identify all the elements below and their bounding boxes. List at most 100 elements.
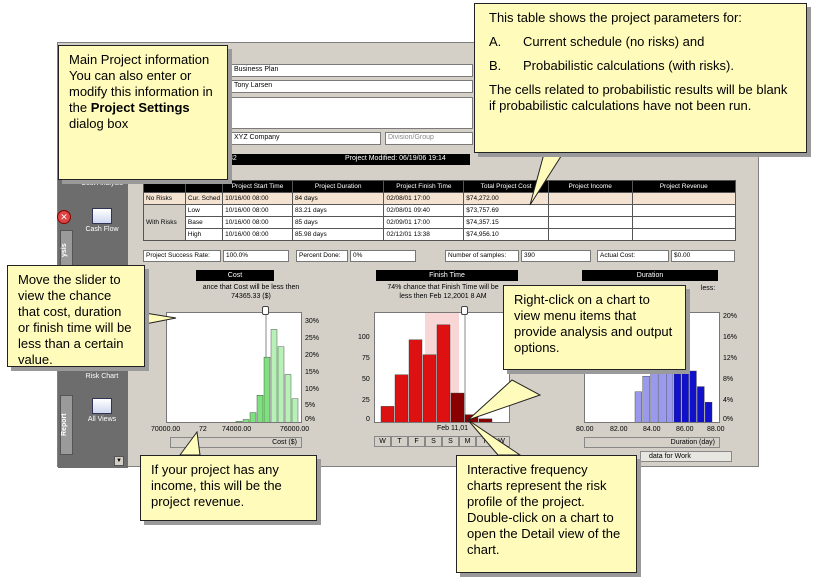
project-notes-field[interactable]	[231, 97, 473, 129]
cost-cell: $74,956.10	[463, 228, 549, 241]
header-cell: Project Income	[547, 180, 633, 193]
finish-chart-title: Finish Time	[376, 270, 518, 281]
cost-cell: $74,357.15	[463, 216, 549, 229]
cost-chart-plot[interactable]	[166, 312, 302, 423]
cost-chart-caption: ance that Cost will be less then 74365.3…	[196, 283, 306, 301]
cost-cell: $73,757.69	[463, 204, 549, 217]
scroll-down-icon[interactable]: ▼	[114, 456, 124, 466]
cost-ytick: 30%	[305, 318, 320, 325]
histogram-bar	[436, 324, 451, 422]
day-label: S	[425, 436, 442, 447]
duration-axis-label: Duration (day)	[584, 437, 720, 448]
histogram-bar	[284, 374, 292, 422]
nav-all-views[interactable]: All Views	[76, 398, 128, 423]
histogram-bar	[689, 370, 697, 422]
duration-ytick: 0%	[723, 416, 734, 423]
histogram-bar	[650, 365, 658, 422]
histogram-bar	[249, 412, 257, 422]
division-field[interactable]: Division/Group	[385, 132, 473, 145]
income-cell	[547, 216, 633, 229]
day-label: S	[442, 436, 459, 447]
right-click-callout: Right-click on a chart to view menu item…	[503, 285, 686, 370]
duration-xtick: 88.00	[707, 426, 725, 433]
income-cell[interactable]	[547, 192, 633, 205]
finish-day-axis: W T F S S M T W	[374, 436, 510, 448]
finish-ytick: 100	[358, 334, 370, 341]
main-info-callout: Main Project information You can also en…	[58, 45, 228, 180]
nav-cost-analysis[interactable]: Cost Analysis	[76, 180, 128, 187]
histogram-bar	[464, 414, 479, 422]
frequency-callout: Interactive frequency charts represent t…	[456, 455, 637, 573]
cost-slider-handle[interactable]	[262, 306, 269, 315]
cost-histogram	[235, 313, 299, 422]
table-row[interactable]: No Risks Cur. Sched 10/16/00 08:00 84 da…	[143, 192, 737, 205]
group-label: With Risks	[143, 204, 186, 241]
day-label: W	[493, 436, 510, 447]
day-label: M	[459, 436, 476, 447]
finish-chart-plot[interactable]	[374, 312, 510, 423]
table-row[interactable]: Base 10/16/00 08:00 85 days 02/09/01 17:…	[144, 216, 737, 229]
table-info-callout: This table shows the project parameters …	[474, 3, 807, 153]
table-row[interactable]: High 10/16/00 08:00 85.98 days 02/12/01 …	[144, 228, 737, 241]
finish-ytick: 50	[362, 376, 370, 383]
nav-all-views-label: All Views	[87, 416, 117, 423]
row-label: Base	[184, 216, 224, 229]
histogram-bar	[291, 398, 299, 422]
finish-cell: 02/12/01 13:38	[383, 228, 465, 241]
samples-box: Number of samples: 390	[445, 250, 591, 262]
histogram-bar	[380, 406, 395, 422]
duration-ytick: 16%	[723, 334, 738, 341]
finish-axis-label: Feb 11,01	[437, 425, 469, 432]
revenue-cell	[631, 192, 737, 205]
duration-cell: 85 days	[291, 216, 385, 229]
finish-histogram	[380, 313, 493, 422]
duration-xtick: 80.00	[576, 426, 594, 433]
update-data-button[interactable]: data for Work	[640, 451, 732, 462]
row-label: High	[184, 228, 224, 241]
duration-ytick: 12%	[723, 355, 738, 362]
company-field[interactable]: XYZ Company	[231, 132, 381, 145]
header-cell: Project Start Time	[222, 180, 293, 193]
histogram-bar	[704, 401, 713, 422]
histogram-bar	[634, 391, 643, 422]
start-cell: 10/16/00 08:00	[222, 228, 293, 241]
cost-xtick: 72	[199, 426, 207, 433]
finish-slider-handle[interactable]	[461, 306, 468, 315]
duration-xtick: 84.00	[643, 426, 661, 433]
histogram-bar	[642, 376, 650, 422]
histogram-bar	[422, 354, 437, 422]
duration-ytick: 8%	[723, 376, 734, 383]
revenue-cell	[631, 228, 737, 241]
row-label: Cur. Sched	[184, 192, 224, 205]
cost-ytick: 15%	[305, 369, 320, 376]
finish-caption-line1: 74% chance that Finish Time will be	[387, 284, 499, 291]
tab-analysis[interactable]: ysis	[60, 230, 73, 270]
cost-ytick: 20%	[305, 352, 320, 359]
samples-value: 390	[521, 250, 591, 262]
finish-cell: 02/08/01 09:40	[383, 204, 465, 217]
day-label: F	[408, 436, 425, 447]
cost-axis-label: Cost ($)	[170, 437, 302, 448]
slider-callout: Move the slider to view the chance that …	[7, 265, 145, 367]
success-rate-value: 100.0%	[223, 250, 289, 262]
duration-xtick: 86.00	[676, 426, 694, 433]
project-manager-field[interactable]: Tony Larsen	[231, 80, 473, 93]
nav-cash-flow[interactable]: Cash Flow	[76, 208, 128, 233]
project-title-field[interactable]: Business Plan	[231, 64, 473, 77]
header-cell: Project Duration	[291, 180, 385, 193]
percent-done-value: 0%	[350, 250, 416, 262]
tab-report[interactable]: Report	[60, 395, 73, 455]
histogram-bar	[408, 339, 423, 422]
item-a-letter: A.	[489, 34, 502, 49]
nav-risk-chart[interactable]: Risk Chart	[76, 373, 128, 380]
cost-cell: $74,272.00	[463, 192, 549, 205]
close-icon[interactable]: ✕	[57, 210, 71, 224]
main-info-text-after: dialog box	[69, 116, 129, 131]
cost-ytick: 10%	[305, 386, 320, 393]
time-left-value: 32	[229, 155, 237, 162]
day-label: T	[476, 436, 493, 447]
item-a-text: Current schedule (no risks) and	[523, 34, 705, 49]
histogram-bar	[235, 421, 243, 422]
table-row[interactable]: With Risks Low 10/16/00 08:00 83.21 days…	[143, 204, 737, 241]
revenue-cell	[631, 204, 737, 217]
